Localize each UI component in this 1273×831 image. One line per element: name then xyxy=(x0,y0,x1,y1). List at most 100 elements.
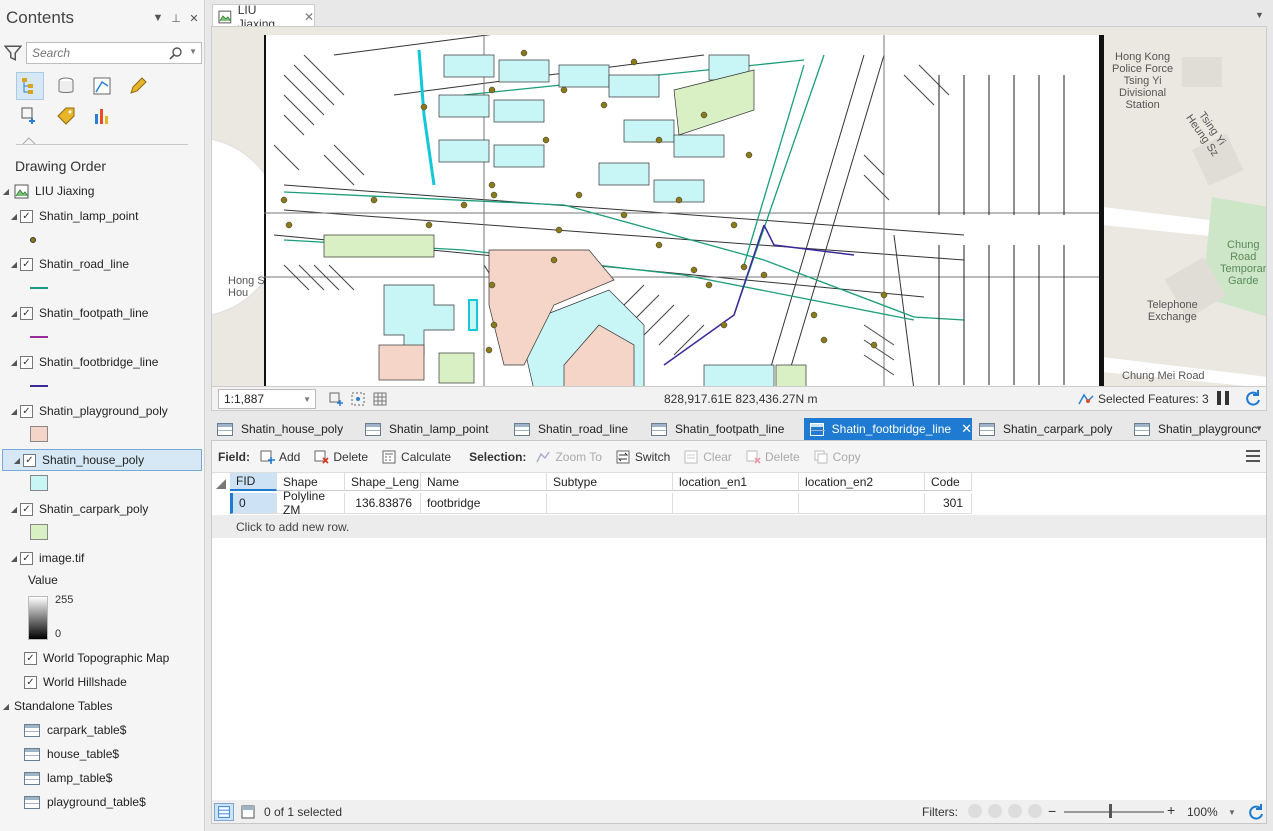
zoom-dropdown-icon[interactable]: ▼ xyxy=(1228,808,1236,817)
table-cell[interactable]: 0 xyxy=(230,493,277,514)
list-by-snapping-icon[interactable] xyxy=(16,102,44,130)
fill-symbol-icon[interactable] xyxy=(30,475,48,491)
fixed-zoom-icon[interactable] xyxy=(328,391,344,407)
standalone-table-row[interactable]: lamp_table$ xyxy=(0,767,204,789)
close-map-tab-icon[interactable]: ✕ xyxy=(304,10,314,24)
line-symbol-icon[interactable] xyxy=(30,287,48,289)
refresh-icon[interactable] xyxy=(1244,389,1262,407)
collapse-icon[interactable]: ◢ xyxy=(8,554,20,563)
layer-visibility-checkbox[interactable]: ✓ xyxy=(20,306,33,320)
search-icon[interactable] xyxy=(169,46,183,60)
column-header-fid[interactable]: FID xyxy=(230,473,277,491)
filter-time-icon[interactable] xyxy=(988,804,1002,818)
table-cell[interactable] xyxy=(547,493,673,514)
standalone-table-row[interactable]: playground_table$ xyxy=(0,791,204,813)
table-cell[interactable]: Polyline ZM xyxy=(277,489,345,517)
column-header-shape-leng[interactable]: Shape_Leng xyxy=(345,473,421,491)
add-field-button[interactable]: Add xyxy=(260,450,300,464)
layer-visibility-checkbox[interactable]: ✓ xyxy=(20,257,33,271)
collapse-icon[interactable]: ◢ xyxy=(8,505,20,514)
standalone-tables-group[interactable]: ◢ Standalone Tables xyxy=(0,695,204,717)
selected-features-indicator[interactable]: Selected Features: 3 xyxy=(1078,392,1209,406)
list-by-labeling-icon[interactable] xyxy=(52,102,80,130)
select-all-corner-icon[interactable] xyxy=(212,477,230,491)
column-header-location-en2[interactable]: location_en2 xyxy=(799,473,925,491)
layer-row-shatin-carpark-poly[interactable]: ◢ ✓ Shatin_carpark_poly xyxy=(0,498,204,520)
list-by-source-icon[interactable] xyxy=(52,72,80,100)
copy-selection-button[interactable]: Copy xyxy=(814,450,861,464)
basemap-visibility-checkbox[interactable]: ✓ xyxy=(24,651,37,665)
collapse-icon[interactable]: ◢ xyxy=(8,260,20,269)
clear-selection-button[interactable]: Clear xyxy=(684,450,732,464)
tab-shatin-carpark-poly[interactable]: Shatin_carpark_poly xyxy=(973,418,1127,440)
pane-options-icon[interactable]: ▼ xyxy=(150,12,166,24)
table-zoom-slider-thumb[interactable] xyxy=(1109,804,1112,818)
show-selected-records-icon[interactable] xyxy=(238,803,258,821)
basemap-row-1[interactable]: ✓ World Topographic Map xyxy=(0,647,204,669)
fill-symbol-icon[interactable] xyxy=(30,524,48,540)
delete-selection-button[interactable]: Delete xyxy=(746,450,800,464)
layer-visibility-checkbox[interactable]: ✓ xyxy=(20,355,33,369)
filter-definition-icon[interactable] xyxy=(1008,804,1022,818)
layer-visibility-checkbox[interactable]: ✓ xyxy=(20,404,33,418)
switch-selection-button[interactable]: Switch xyxy=(616,450,670,464)
tab-shatin-playgrounc[interactable]: Shatin_playgrounc xyxy=(1128,418,1258,440)
layer-visibility-checkbox[interactable]: ✓ xyxy=(20,209,33,223)
standalone-table-row[interactable]: house_table$ xyxy=(0,743,204,765)
line-symbol-icon[interactable] xyxy=(30,336,48,338)
line-symbol-icon[interactable] xyxy=(30,385,48,387)
basemap-row-2[interactable]: ✓ World Hillshade xyxy=(0,671,204,693)
map-canvas[interactable]: Hong Kong Police Force Tsing Yi Division… xyxy=(211,26,1267,387)
layer-visibility-checkbox[interactable]: ✓ xyxy=(20,502,33,516)
collapse-icon[interactable]: ◢ xyxy=(8,358,20,367)
zoom-out-button[interactable]: − xyxy=(1048,803,1056,819)
tab-shatin-road-line[interactable]: Shatin_road_line xyxy=(508,418,644,440)
table-cell[interactable] xyxy=(799,493,925,514)
layer-row-shatin-road-line[interactable]: ◢ ✓ Shatin_road_line xyxy=(0,253,204,275)
view-dropdown-icon[interactable]: ▼ xyxy=(1255,10,1264,20)
grid-icon[interactable] xyxy=(372,391,388,407)
column-header-subtype[interactable]: Subtype xyxy=(547,473,673,491)
layer-row-shatin-playground-poly[interactable]: ◢ ✓ Shatin_playground_poly xyxy=(0,400,204,422)
scale-selector[interactable]: 1:1,887 ▼ xyxy=(218,389,316,409)
layer-visibility-checkbox[interactable]: ✓ xyxy=(23,453,36,467)
layer-visibility-checkbox[interactable]: ✓ xyxy=(20,551,33,565)
collapse-icon[interactable]: ◢ xyxy=(11,456,23,465)
layer-row-shatin-house-poly[interactable]: ◢ ✓ Shatin_house_poly xyxy=(2,449,202,471)
snapping-icon[interactable] xyxy=(350,391,366,407)
list-charts-icon[interactable] xyxy=(88,102,116,130)
map-view-tab[interactable]: LIU Jiaxing ✕ xyxy=(212,3,315,31)
tab-shatin-lamp-point[interactable]: Shatin_lamp_point xyxy=(359,418,507,440)
standalone-table-row[interactable]: carpark_table$ xyxy=(0,719,204,741)
collapse-icon[interactable]: ◢ xyxy=(0,187,12,196)
tab-shatin-footpath-line[interactable]: Shatin_footpath_line xyxy=(645,418,803,440)
collapse-icon[interactable]: ◢ xyxy=(8,309,20,318)
search-box[interactable]: ▼ xyxy=(26,42,202,64)
layer-row-shatin-footbridge-line[interactable]: ◢ ✓ Shatin_footbridge_line xyxy=(0,351,204,373)
table-refresh-icon[interactable] xyxy=(1247,803,1265,821)
table-cell[interactable]: 301 xyxy=(925,493,972,514)
column-header-name[interactable]: Name xyxy=(421,473,547,491)
delete-field-button[interactable]: Delete xyxy=(314,450,368,464)
search-dropdown-icon[interactable]: ▼ xyxy=(189,47,197,56)
column-header-code[interactable]: Code xyxy=(925,473,972,491)
list-by-editing-icon[interactable] xyxy=(124,72,152,100)
filter-extent-icon[interactable] xyxy=(968,804,982,818)
pause-drawing-icon[interactable] xyxy=(1217,391,1229,405)
pin-icon[interactable]: ⊥ xyxy=(168,12,184,25)
map-node[interactable]: ◢ LIU Jiaxing xyxy=(0,180,204,202)
column-header-location-en1[interactable]: location_en1 xyxy=(673,473,799,491)
calculate-field-button[interactable]: Calculate xyxy=(382,450,451,464)
zoom-to-button[interactable]: Zoom To xyxy=(536,450,602,464)
list-by-selection-icon[interactable] xyxy=(88,72,116,100)
list-by-drawing-order-icon[interactable] xyxy=(16,72,44,100)
tabs-overflow-icon[interactable]: ▼ xyxy=(1255,424,1263,433)
table-zoom-slider[interactable] xyxy=(1064,811,1164,813)
fill-symbol-icon[interactable] xyxy=(30,426,48,442)
search-input[interactable] xyxy=(32,46,162,60)
layer-row-image-tif[interactable]: ◢ ✓ image.tif xyxy=(0,547,204,569)
table-cell[interactable]: 136.83876 xyxy=(345,493,421,514)
tab-shatin-footbridge-line[interactable]: Shatin_footbridge_line ✕ xyxy=(804,418,972,440)
layer-row-shatin-lamp-point[interactable]: ◢ ✓ Shatin_lamp_point xyxy=(0,205,204,227)
table-cell[interactable] xyxy=(673,493,799,514)
